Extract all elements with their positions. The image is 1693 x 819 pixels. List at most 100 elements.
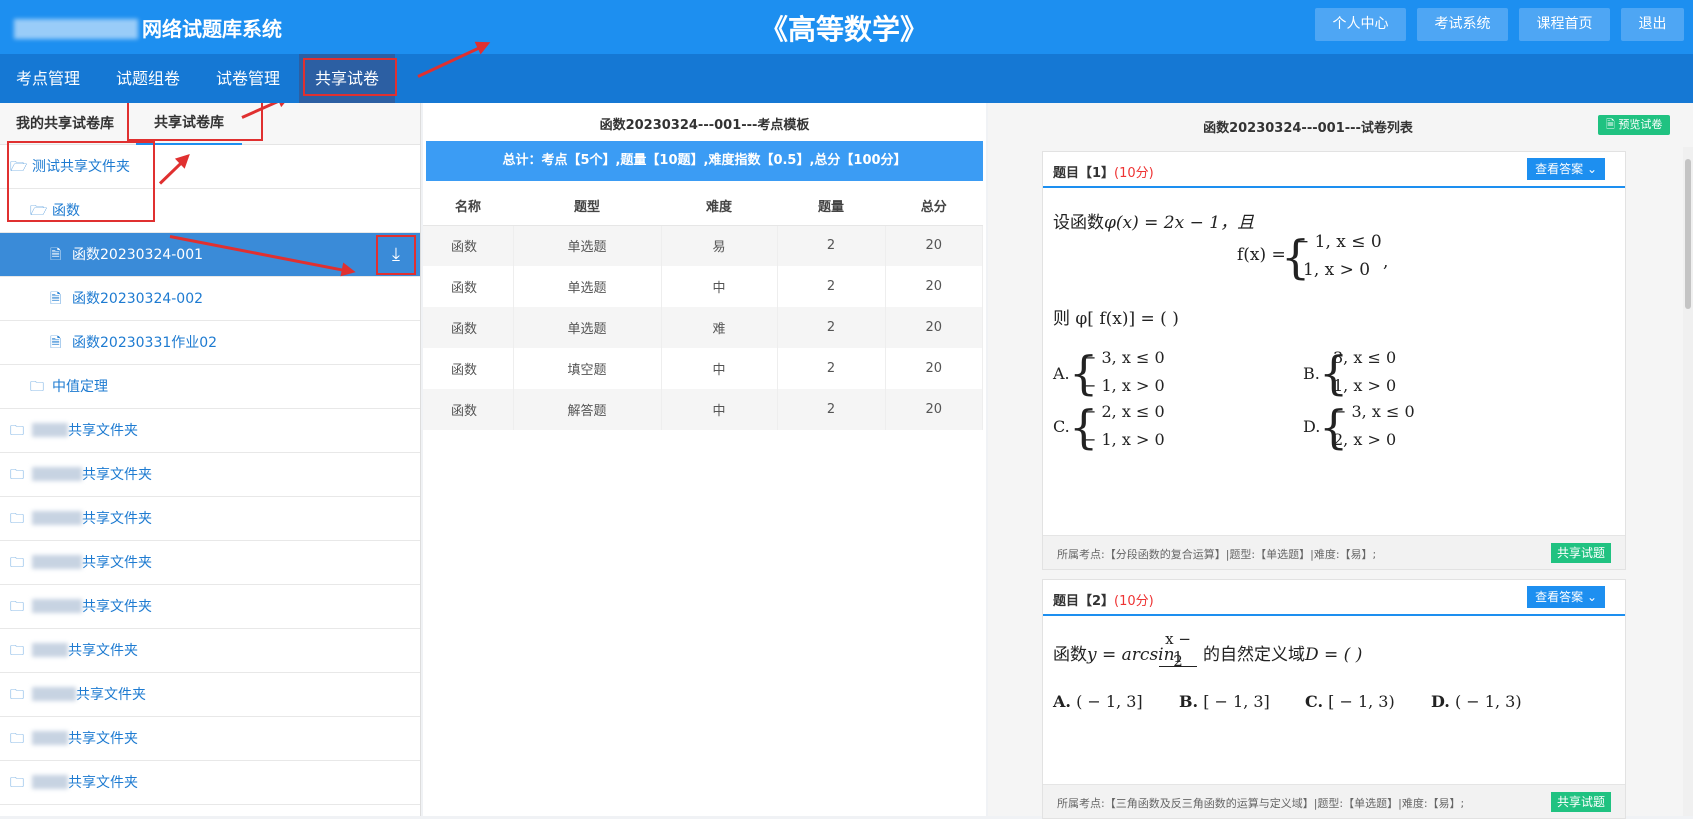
table-cell: 函数 <box>423 348 514 389</box>
share-question-button[interactable]: 共享试题 <box>1550 543 1611 563</box>
preview-label: 预览试卷 <box>1618 118 1663 131</box>
table-row: 函数 解答题中 2 20 <box>423 389 983 430</box>
app-title-text: 网络试题库系统 <box>142 17 282 41</box>
table-cell: 单选题 <box>513 307 662 348</box>
shared-library-panel: 我的共享试卷库 共享试卷库 🗁 测试共享文件夹 🗁 函数 🗎 函数2023032… <box>0 103 421 816</box>
nav-item-zujuan[interactable]: 试题组卷 <box>100 54 196 103</box>
tree-folder-label: 中值定理 <box>52 379 108 395</box>
scrollbar[interactable] <box>1683 147 1693 816</box>
option-label: D. <box>1431 692 1450 711</box>
table-cell: 2 <box>777 225 886 266</box>
f-case-2: 1, x > 0 <box>1303 260 1371 280</box>
option-label: C. <box>1305 692 1324 711</box>
tree-folder-shared[interactable]: 🗀 共享文件夹 <box>0 409 420 453</box>
question-header: 题目【1】(10分) 查看答案 ⌄ <box>1043 152 1625 188</box>
share-question-button[interactable]: 共享试题 <box>1550 792 1611 812</box>
column-header: 题型 <box>513 187 661 226</box>
paper-list-title: 函数20230324---001---试卷列表 <box>1203 121 1413 136</box>
option-label: C. <box>1053 417 1070 436</box>
preview-paper-button[interactable]: 🗎 预览试卷 <box>1598 115 1671 135</box>
tree-folder-shared[interactable]: 🗀 共享文件夹 <box>0 673 420 717</box>
exam-system-button[interactable]: 考试系统 <box>1417 8 1508 41</box>
option-label: A. <box>1053 692 1071 711</box>
folder-suffix: 共享文件夹 <box>68 643 138 659</box>
table-cell: 20 <box>885 348 983 389</box>
option-label: B. <box>1179 692 1199 711</box>
tree-folder-shared[interactable]: 🗀 共享文件夹 <box>0 497 420 541</box>
question-ask: 则 φ[ f(x)] = ( ) <box>1053 309 1179 329</box>
file-icon: 🗎 <box>50 247 62 263</box>
nav-item-kaodian[interactable]: 考点管理 <box>0 54 96 103</box>
tree-file[interactable]: 🗎 函数20230331作业02 <box>0 321 420 365</box>
folder-suffix: 共享文件夹 <box>82 599 152 615</box>
redacted-name <box>32 467 82 481</box>
table-cell: 中 <box>661 348 778 389</box>
table-cell: 函数 <box>423 266 514 307</box>
option-case: 2, x > 0 <box>1333 430 1397 449</box>
question-footer: 所属考点:【分段函数的复合运算】|题型:【单选题】|难度:【易】; 共享试题 <box>1043 535 1625 569</box>
tab-shared-library[interactable]: 共享试卷库 <box>136 103 242 145</box>
folder-suffix: 共享文件夹 <box>68 775 138 791</box>
table-cell: 单选题 <box>513 225 662 266</box>
view-answer-button[interactable]: 查看答案 ⌄ <box>1527 586 1605 608</box>
question-number: 题目【2】 <box>1053 594 1115 609</box>
nav-item-shared-papers[interactable]: 共享试卷 <box>299 54 396 103</box>
folder-icon: 🗀 <box>10 555 24 571</box>
tree-folder-label: 共享文件夹 <box>32 585 152 629</box>
stem-suffix: 的自然定义域 <box>1203 645 1305 665</box>
tab-my-shared-library[interactable]: 我的共享试卷库 <box>16 103 114 145</box>
question-footer: 所属考点:【三角函数及反三角函数的运算与定义域】|题型:【单选题】|难度:【易】… <box>1043 784 1625 818</box>
main-nav: 考点管理 试题组卷 试卷管理 共享试卷 <box>0 54 1693 103</box>
redacted-name <box>32 687 76 701</box>
column-header: 难度 <box>661 187 777 226</box>
scrollbar-thumb[interactable] <box>1685 159 1691 309</box>
tree-folder-shared[interactable]: 🗀 共享文件夹 <box>0 761 420 805</box>
fraction-denominator: 2 <box>1173 652 1183 670</box>
course-home-button[interactable]: 课程首页 <box>1519 8 1610 41</box>
f-definition-lhs: f(x) = <box>1237 245 1286 265</box>
question-number: 题目【1】 <box>1053 166 1115 181</box>
view-answer-button[interactable]: 查看答案 ⌄ <box>1527 158 1605 180</box>
tree-file[interactable]: 🗎 函数20230324-002 <box>0 277 420 321</box>
tree-file-label: 函数20230324-001 <box>72 247 204 263</box>
option-case: − 3, x ≤ 0 <box>1083 348 1165 367</box>
tree-folder-shared[interactable]: 🗀 共享文件夹 <box>0 585 420 629</box>
table-cell: 填空题 <box>513 348 662 389</box>
tree-file-selected[interactable]: 🗎 函数20230324-001 ⤓ <box>0 233 420 277</box>
logout-button[interactable]: 退出 <box>1621 8 1684 41</box>
tree-folder-shared[interactable]: 🗀 共享文件夹 <box>0 541 420 585</box>
table-cell: 2 <box>777 389 886 430</box>
option-case: 3, x ≤ 0 <box>1333 348 1397 367</box>
folder-icon: 🗀 <box>10 467 24 483</box>
folder-icon: 🗀 <box>10 423 24 439</box>
tree-folder-shared[interactable]: 🗀 共享文件夹 <box>0 717 420 761</box>
table-cell: 函数 <box>423 389 514 430</box>
stem-tail: D = ( ) <box>1305 645 1363 665</box>
personal-center-button[interactable]: 个人中心 <box>1315 8 1406 41</box>
tree-folder-zhongzhi[interactable]: 🗀 中值定理 <box>0 365 420 409</box>
chevron-down-icon: ⌄ <box>1586 162 1597 176</box>
tree-folder-root[interactable]: 🗁 测试共享文件夹 <box>0 145 420 189</box>
f-case-1: − 1, x ≤ 0 <box>1295 232 1382 252</box>
tree-folder-hanshu[interactable]: 🗁 函数 <box>0 189 420 233</box>
file-icon: 🗎 <box>50 335 62 351</box>
download-icon[interactable]: ⤓ <box>376 235 416 275</box>
view-answer-label: 查看答案 <box>1535 162 1584 176</box>
table-row: 函数 单选题易 2 20 <box>423 225 983 266</box>
redacted-name <box>32 555 82 569</box>
table-cell: 20 <box>885 225 983 266</box>
tree-folder-label: 共享文件夹 <box>32 717 138 761</box>
column-header: 名称 <box>423 187 513 226</box>
table-row: 函数 单选题难 2 20 <box>423 307 983 348</box>
redacted-name <box>32 423 68 437</box>
nav-item-shijuan[interactable]: 试卷管理 <box>200 54 296 103</box>
table-cell: 20 <box>885 389 983 430</box>
tree-folder-label: 共享文件夹 <box>32 761 138 805</box>
question-stem: 设函数φ(x) = 2x − 1，且 <box>1053 208 1254 233</box>
tree-file-label: 函数20230324-002 <box>72 291 204 307</box>
tree-folder-shared[interactable]: 🗀 共享文件夹 <box>0 453 420 497</box>
tree-folder-shared[interactable]: 🗀 共享文件夹 <box>0 629 420 673</box>
stem-prefix: 函数 <box>1053 645 1087 665</box>
option-text: [ − 1, 3] <box>1203 692 1270 711</box>
folder-icon: 🗀 <box>10 731 24 747</box>
